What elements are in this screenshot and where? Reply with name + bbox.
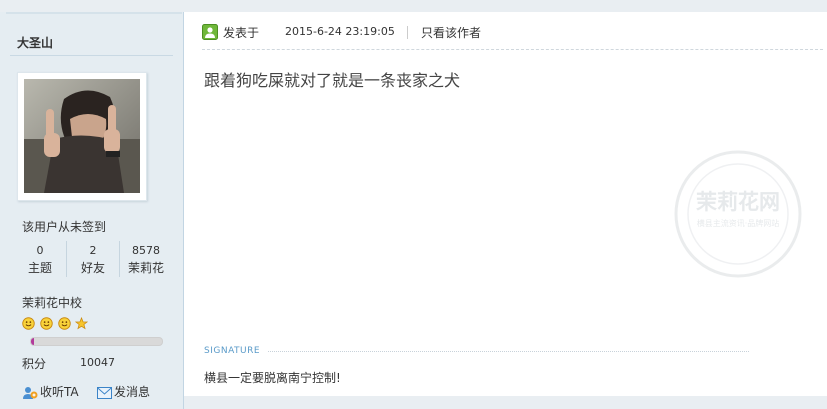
level-progress-bar bbox=[30, 337, 163, 346]
smile-icon bbox=[57, 317, 71, 330]
watermark-subtitle: 横县主流资讯·品牌网站 bbox=[697, 218, 780, 228]
avatar[interactable] bbox=[17, 72, 147, 201]
post-body: 发表于 2015-6-24 23:19:05 只看该作者 跟着狗吃屎就对了就是一… bbox=[184, 12, 827, 409]
user-stats: 0 主题 2 好友 8578 茉莉花 bbox=[14, 241, 170, 279]
level-progress-fill bbox=[31, 338, 34, 345]
message-label: 发消息 bbox=[114, 385, 151, 399]
credits-value: 10047 bbox=[80, 356, 115, 369]
watermark-title: 茉莉花网 bbox=[696, 190, 780, 214]
smile-icon bbox=[40, 317, 53, 330]
user-rank[interactable]: 茉莉花中校 bbox=[22, 294, 82, 311]
follow-button[interactable]: 收听TA bbox=[22, 383, 79, 400]
signature-divider bbox=[268, 351, 749, 352]
level-icons bbox=[22, 317, 89, 333]
top-strip bbox=[0, 0, 827, 12]
follow-label: 收听TA bbox=[40, 385, 79, 399]
stat-label: 好友 bbox=[80, 261, 105, 275]
posted-label: 发表于 bbox=[223, 26, 260, 40]
avatar-image bbox=[24, 79, 140, 193]
online-status-icon bbox=[202, 24, 218, 40]
checkin-status: 该用户从未签到 bbox=[22, 220, 107, 234]
header-separator bbox=[407, 26, 408, 39]
posted-time: 2015-6-24 23:19:05 bbox=[285, 25, 395, 38]
post-content: 跟着狗吃屎就对了就是一条丧家之犬 bbox=[204, 71, 461, 90]
star-icon bbox=[75, 317, 89, 330]
stat-value: 0 bbox=[36, 244, 44, 257]
post-footer-bar bbox=[184, 396, 827, 409]
username-link[interactable]: 大圣山 bbox=[17, 34, 53, 51]
signature-label: SIGNATURE bbox=[204, 346, 261, 356]
credits-label: 积分 bbox=[22, 357, 47, 371]
sidebar-divider bbox=[10, 55, 173, 56]
message-button[interactable]: 发消息 bbox=[97, 383, 150, 400]
only-author-link[interactable]: 只看该作者 bbox=[421, 24, 481, 41]
user-sidebar: 大圣山 该用户从未签到 0 主题 2 好友 8578 茉莉花 茉莉花中校 积分 … bbox=[0, 12, 184, 409]
smile-icon bbox=[22, 317, 35, 330]
stat-label: 主题 bbox=[27, 261, 52, 275]
stat-topics[interactable]: 0 主题 bbox=[14, 241, 66, 279]
follow-icon bbox=[23, 386, 38, 399]
envelope-icon bbox=[97, 386, 112, 399]
signature-text: 横县一定要脱离南宁控制! bbox=[204, 371, 341, 385]
watermark-logo: 茉莉花网 横县主流资讯·品牌网站 bbox=[674, 150, 802, 278]
stat-value: 2 bbox=[89, 244, 97, 257]
sidebar-top-bar bbox=[6, 12, 182, 14]
stat-friends[interactable]: 2 好友 bbox=[67, 241, 119, 279]
header-divider bbox=[202, 49, 823, 50]
stat-label: 茉莉花 bbox=[127, 261, 164, 275]
stat-jasmine[interactable]: 8578 茉莉花 bbox=[120, 241, 172, 279]
stat-value: 8578 bbox=[132, 244, 160, 257]
